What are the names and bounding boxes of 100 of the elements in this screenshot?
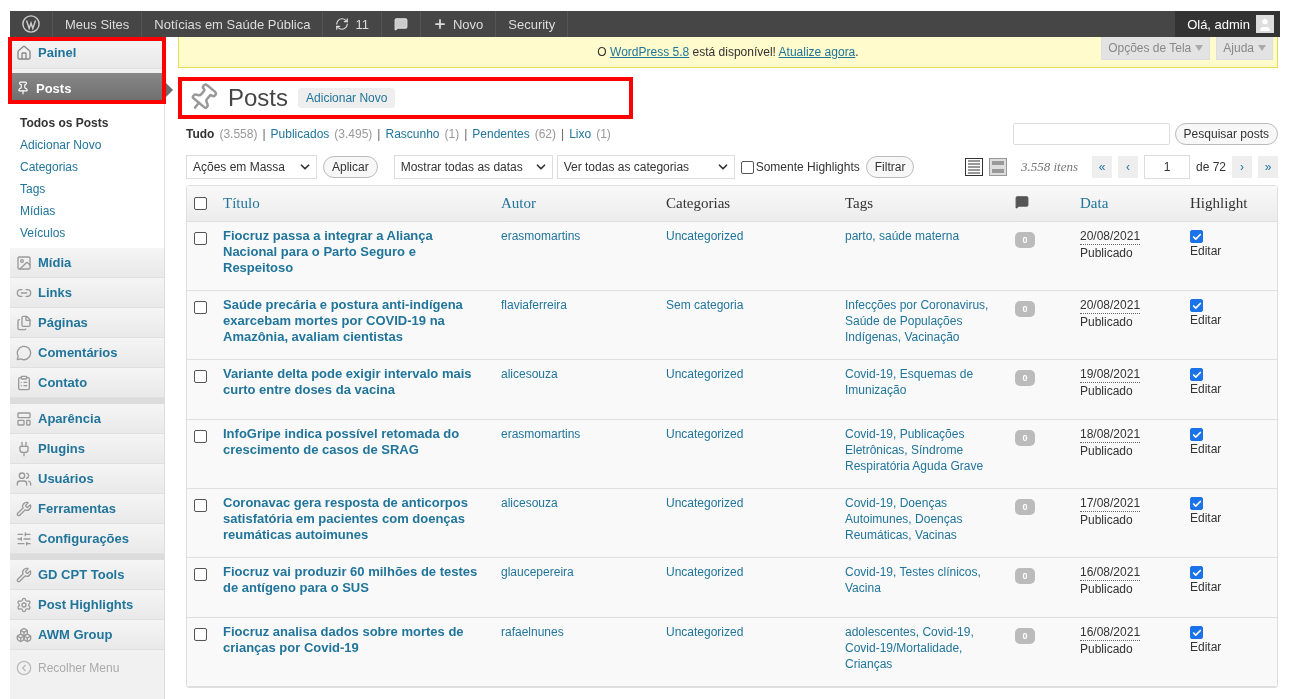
category-link[interactable]: Sem categoria (666, 297, 845, 313)
highlight-checkbox[interactable] (1190, 230, 1203, 243)
last-page-button[interactable]: » (1258, 156, 1278, 178)
tags-cell[interactable]: parto, saúde materna (845, 228, 1015, 244)
post-title-link[interactable]: Saúde precária e postura anti-indígena exarcebam mortes por COVID-19 na Amazônia, avaliam cientistas (223, 297, 501, 345)
row-checkbox[interactable] (194, 430, 207, 443)
add-new-button[interactable]: Adicionar Novo (298, 88, 396, 108)
edit-link[interactable]: Editar (1190, 510, 1222, 526)
category-link[interactable]: Uncategorized (666, 228, 845, 244)
tags-cell[interactable]: Covid-19, Doenças Autoimunes, Doenças Reumáticas, Vacinas (845, 495, 1015, 543)
post-title-link[interactable]: Fiocruz vai produzir 60 milhões de testes de antígeno para o SUS (223, 564, 501, 596)
highlight-checkbox[interactable] (1190, 626, 1203, 639)
version-link[interactable]: WordPress 5.8 (610, 45, 690, 59)
refresh-icon[interactable] (335, 17, 350, 31)
screen-tab[interactable]: Ajuda (1216, 37, 1273, 60)
admin-bar-link[interactable]: Security (508, 16, 556, 32)
select-all-checkbox[interactable] (194, 197, 207, 210)
menu-item[interactable]: Post Highlights (10, 590, 164, 620)
previous-page-button[interactable]: ‹ (1117, 156, 1138, 178)
menu-item[interactable]: Configurações (10, 524, 164, 554)
status-filter[interactable]: Rascunho (385, 127, 440, 141)
status-filter[interactable]: Pendentes (472, 127, 530, 141)
post-title-link[interactable]: Variante delta pode exigir intervalo mais curto entre doses da vacina (223, 366, 501, 398)
row-checkbox[interactable] (194, 568, 207, 581)
status-filter[interactable]: Publicados (270, 127, 330, 141)
menu-item[interactable]: Plugins (10, 434, 164, 464)
column-header[interactable]: Data (1080, 195, 1190, 212)
author-link[interactable]: alicesouza (501, 495, 666, 511)
menu-item[interactable]: Páginas (10, 308, 164, 338)
row-checkbox[interactable] (194, 499, 207, 512)
menu-item[interactable]: GD CPT Tools (10, 560, 164, 590)
submenu-item[interactable]: Veículos (10, 222, 164, 244)
edit-link[interactable]: Editar (1190, 381, 1222, 397)
author-link[interactable]: flaviaferreira (501, 297, 666, 313)
author-link[interactable]: alicesouza (501, 366, 666, 382)
column-header[interactable]: Autor (501, 195, 666, 212)
post-title-link[interactable]: Fiocruz analisa dados sobre mortes de crianças por Covid-19 (223, 624, 501, 656)
date-filter-select[interactable]: Mostrar todas as datas (393, 155, 553, 179)
list-view-icon[interactable] (964, 158, 983, 176)
edit-link[interactable]: Editar (1190, 579, 1222, 595)
menu-item[interactable]: Contato (10, 368, 164, 398)
tags-cell[interactable]: Covid-19, Testes clínicos, Vacina (845, 564, 1015, 596)
highlight-checkbox[interactable] (1190, 497, 1203, 510)
status-filter[interactable]: Tudo (186, 127, 215, 141)
row-checkbox[interactable] (194, 370, 207, 383)
post-title-link[interactable]: InfoGripe indica possível retomada do crescimento de casos de SRAG (223, 426, 501, 458)
next-page-button[interactable]: › (1232, 156, 1252, 178)
category-link[interactable]: Uncategorized (666, 495, 845, 511)
excerpt-view-icon[interactable] (988, 158, 1007, 176)
category-filter-select[interactable]: Ver todas as categorias (556, 155, 735, 179)
menu-item[interactable]: Links (10, 278, 164, 308)
tags-cell[interactable]: Infecções por Coronavirus, Saúde de Populações Indígenas, Vacinação (845, 297, 1015, 345)
highlight-checkbox[interactable] (1190, 299, 1203, 312)
row-checkbox[interactable] (194, 232, 207, 245)
submenu-item[interactable]: Categorias (10, 156, 164, 178)
row-checkbox[interactable] (194, 301, 207, 314)
submenu-item[interactable]: Adicionar Novo (10, 134, 164, 156)
post-title-link[interactable]: Fiocruz passa a integrar a Aliança Nacional para o Parto Seguro e Respeitoso (223, 228, 501, 276)
category-link[interactable]: Uncategorized (666, 426, 845, 442)
bulk-actions-select[interactable]: Ações em Massa (186, 155, 317, 179)
tags-cell[interactable]: adolescentes, Covid-19, Covid-19/Mortalidade, Crianças (845, 624, 1015, 672)
menu-item[interactable]: Aparência (10, 404, 164, 434)
comment-icon[interactable] (393, 17, 408, 31)
category-link[interactable]: Uncategorized (666, 624, 845, 640)
checkbox[interactable] (740, 160, 754, 174)
edit-link[interactable]: Editar (1190, 639, 1222, 655)
filter-button[interactable]: Filtrar (865, 156, 915, 178)
search-button[interactable]: Pesquisar posts (1174, 123, 1278, 145)
submenu-item[interactable]: Mídias (10, 200, 164, 222)
edit-link[interactable]: Editar (1190, 312, 1222, 328)
menu-item[interactable]: AWM Group (10, 620, 164, 650)
edit-link[interactable]: Editar (1190, 243, 1222, 259)
submenu-item[interactable]: Tags (10, 178, 164, 200)
author-link[interactable]: glaucepereira (501, 564, 666, 580)
row-checkbox[interactable] (194, 628, 207, 641)
menu-item[interactable]: Mídia (10, 248, 164, 278)
author-link[interactable]: rafaelnunes (501, 624, 666, 640)
update-count[interactable]: 11 (355, 16, 369, 32)
highlight-checkbox[interactable] (1190, 428, 1203, 441)
new-link[interactable]: Novo (452, 16, 484, 32)
highlight-checkbox[interactable] (1190, 368, 1203, 381)
menu-item[interactable]: Comentários (10, 338, 164, 368)
wordpress-logo-icon[interactable] (22, 15, 40, 33)
category-link[interactable]: Uncategorized (666, 564, 845, 580)
status-filter[interactable]: Lixo (569, 127, 592, 141)
edit-link[interactable]: Editar (1190, 441, 1222, 457)
highlight-checkbox[interactable] (1190, 566, 1203, 579)
post-title-link[interactable]: Coronavac gera resposta de anticorpos satisfatória em pacientes com doenças reumáticas autoimunes (223, 495, 501, 543)
page-field[interactable]: 1 (1143, 155, 1190, 179)
author-link[interactable]: erasmomartins (501, 426, 666, 442)
author-link[interactable]: erasmomartins (501, 228, 666, 244)
screen-tab[interactable]: Opções de Tela (1101, 37, 1211, 60)
search-field[interactable] (1012, 123, 1170, 145)
tags-cell[interactable]: Covid-19, Esquemas de Imunização (845, 366, 1015, 398)
submenu-item[interactable]: Todos os Posts (10, 112, 164, 134)
menu-item[interactable]: Usuários (10, 464, 164, 494)
admin-bar-link[interactable]: Notícias em Saúde Pública (154, 16, 311, 32)
apply-button[interactable]: Aplicar (323, 156, 378, 178)
category-link[interactable]: Uncategorized (666, 366, 845, 382)
column-header[interactable]: Título (223, 195, 501, 212)
